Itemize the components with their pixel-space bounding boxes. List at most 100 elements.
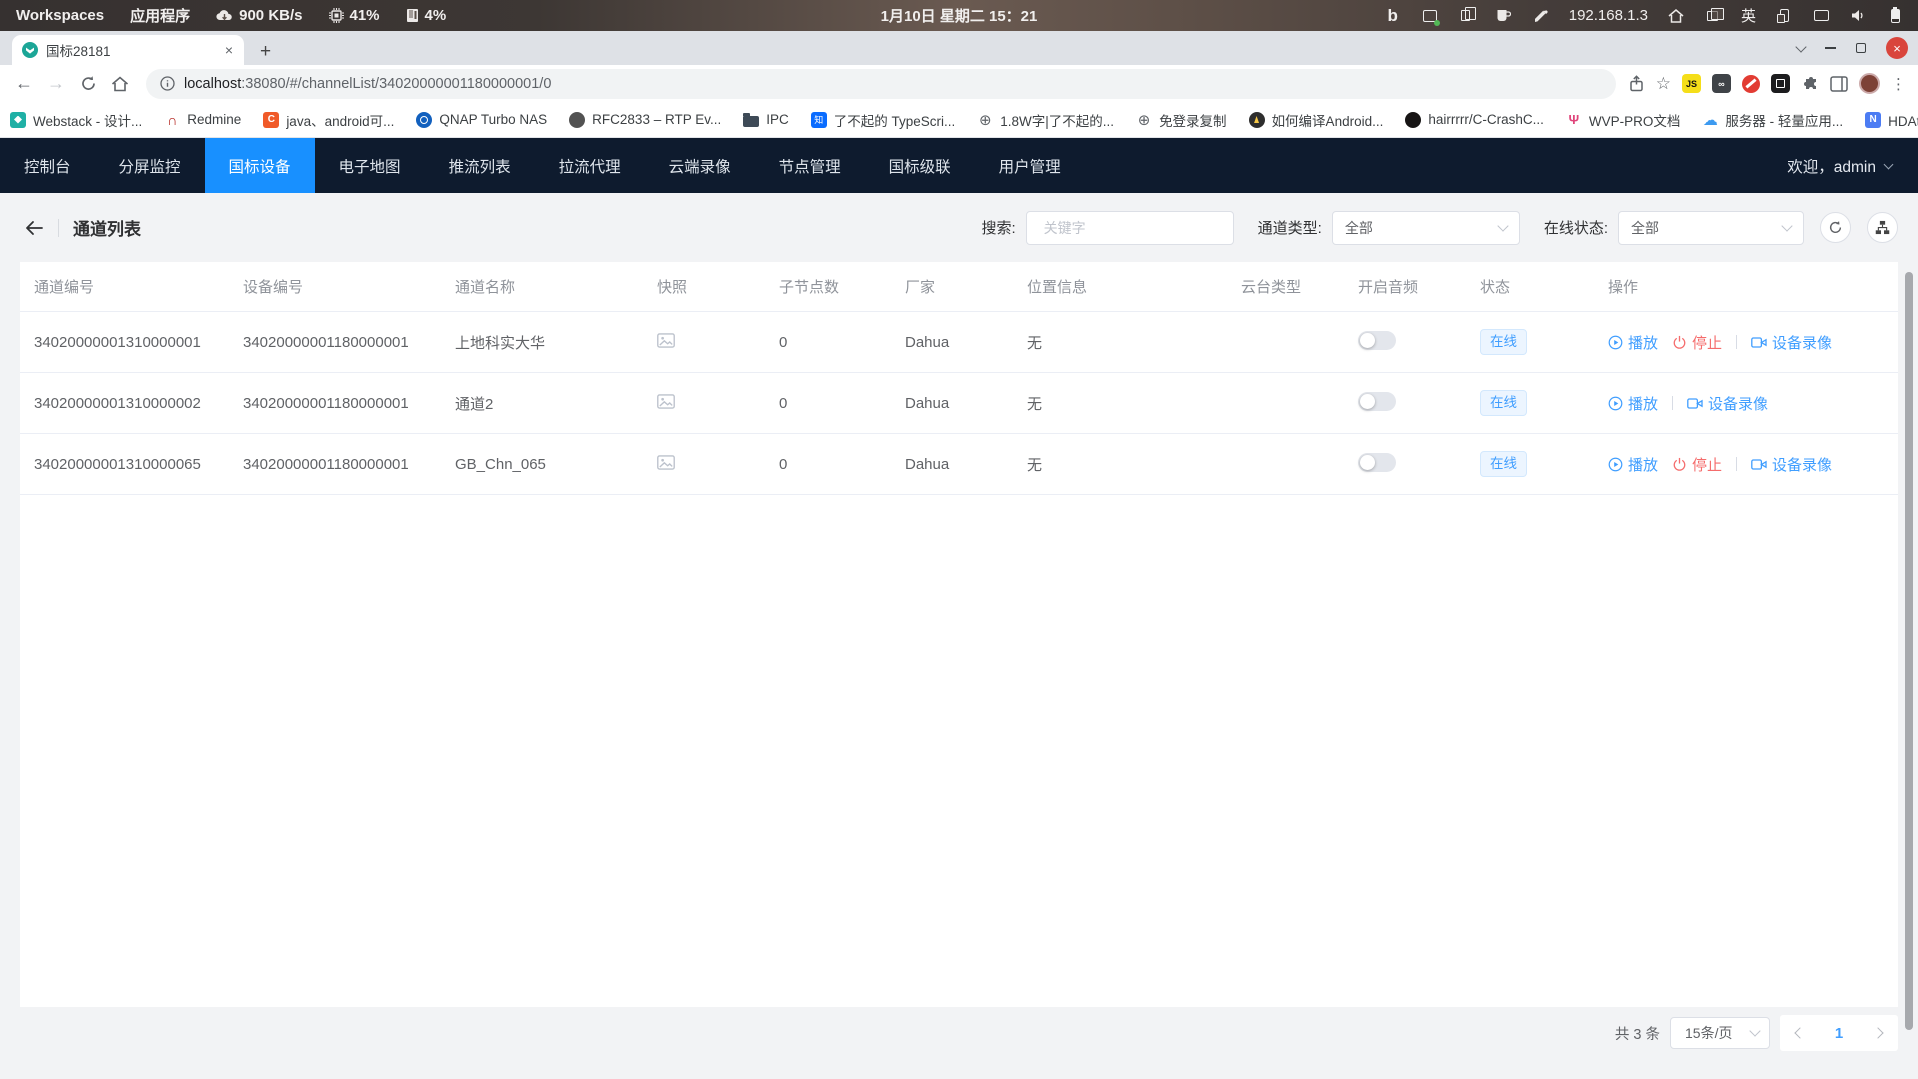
chevron-down-icon (1497, 220, 1508, 231)
table-row: 34020000001310000001 3402000000118000000… (20, 312, 1898, 373)
bookmark-java-android[interactable]: java、android可... (263, 110, 394, 130)
tree-view-button[interactable] (1867, 212, 1898, 243)
nav-item-split-monitor[interactable]: 分屏监控 (95, 138, 205, 193)
nav-item-gb-cascade[interactable]: 国标级联 (865, 138, 975, 193)
channel-id: 34020000001310000002 (20, 395, 229, 412)
bookmark-copy-free[interactable]: 免登录复制 (1136, 110, 1227, 130)
user-menu[interactable]: 欢迎，admin (1787, 138, 1918, 193)
bookmark-folder-ipc[interactable]: IPC (743, 112, 789, 127)
side-panel-icon[interactable] (1830, 76, 1848, 92)
kde-connect-tray-icon[interactable] (1775, 7, 1793, 25)
nav-item-node-manage[interactable]: 节点管理 (755, 138, 865, 193)
audio-toggle[interactable] (1358, 392, 1396, 411)
stop-button[interactable]: 停止 (1672, 332, 1722, 353)
bookmark-18w[interactable]: 1.8W字|了不起的... (977, 110, 1114, 130)
nav-item-gb-devices[interactable]: 国标设备 (205, 138, 315, 193)
bookmark-github[interactable]: hairrrrr/C-CrashC... (1405, 112, 1544, 128)
online-state-select[interactable]: 全部 (1618, 211, 1804, 245)
nav-item-cloud-record[interactable]: 云端录像 (645, 138, 755, 193)
cpu-indicator[interactable]: 41% (329, 7, 380, 24)
play-button[interactable]: 播放 (1608, 454, 1658, 475)
bookmark-server[interactable]: 服务器 - 轻量应用... (1702, 110, 1843, 130)
back-button[interactable]: ← (10, 70, 38, 98)
network-speed-indicator[interactable]: 900 KB/s (216, 7, 302, 24)
color-picker-tray-icon[interactable] (1532, 7, 1550, 25)
screenshot-tray-icon[interactable] (1421, 7, 1439, 25)
bookmark-webstack[interactable]: Webstack - 设计... (10, 110, 142, 130)
bookmark-star-icon[interactable]: ☆ (1656, 74, 1671, 94)
channel-type-select[interactable]: 全部 (1332, 211, 1520, 245)
battery-tray-icon[interactable] (1886, 7, 1904, 25)
bookmark-redmine[interactable]: Redmine (164, 112, 241, 128)
page-content: 通道列表 搜索: 通道类型: 全部 在线状态: 全部 (0, 193, 1918, 1079)
ext-black-icon[interactable] (1771, 74, 1790, 93)
volume-tray-icon[interactable] (1849, 7, 1867, 25)
ext-adblock-icon[interactable] (1742, 75, 1760, 93)
nav-item-console[interactable]: 控制台 (0, 138, 95, 193)
bookmark-qnap[interactable]: QNAP Turbo NAS (416, 112, 547, 128)
page-size-select[interactable]: 15条/页 (1670, 1017, 1770, 1049)
play-button[interactable]: 播放 (1608, 332, 1658, 353)
next-page-button[interactable] (1872, 1027, 1883, 1038)
back-arrow-button[interactable] (20, 214, 48, 242)
action-divider (1672, 396, 1673, 410)
device-record-button[interactable]: 设备录像 (1751, 454, 1832, 475)
bookmark-rfc2833[interactable]: RFC2833 – RTP Ev... (569, 112, 721, 128)
new-tab-button[interactable]: + (260, 42, 271, 61)
applications-button[interactable]: 应用程序 (130, 5, 190, 26)
bookmark-hdatmos[interactable]: HDAtmos :: 种子 *... (1865, 110, 1918, 130)
url-bar[interactable]: localhost:38080/#/channelList/3402000000… (146, 69, 1616, 99)
current-page[interactable]: 1 (1835, 1025, 1843, 1042)
memory-icon (406, 8, 419, 23)
bookmark-wvp-pro[interactable]: WVP-PRO文档 (1566, 110, 1681, 130)
home-tray-icon[interactable] (1667, 7, 1685, 25)
audio-toggle[interactable] (1358, 331, 1396, 350)
bookmark-typescript[interactable]: 了不起的 TypeScri... (811, 110, 956, 130)
nav-item-push-list[interactable]: 推流列表 (425, 138, 535, 193)
window-maximize-button[interactable] (1856, 43, 1866, 53)
device-record-button[interactable]: 设备录像 (1687, 393, 1768, 414)
caffeine-tray-icon[interactable] (1495, 7, 1513, 25)
window-minimize-button[interactable] (1825, 47, 1836, 49)
browser-menu-icon[interactable]: ⋮ (1891, 75, 1906, 93)
nav-item-pull-proxy[interactable]: 拉流代理 (535, 138, 645, 193)
window-switcher-tray-icon[interactable] (1704, 7, 1722, 25)
bing-tray-icon[interactable]: b (1384, 7, 1402, 25)
profile-avatar[interactable] (1859, 73, 1880, 94)
stop-button[interactable]: 停止 (1672, 454, 1722, 475)
prev-page-button[interactable] (1794, 1027, 1805, 1038)
share-icon[interactable] (1628, 75, 1645, 92)
tab-search-chevron-icon[interactable] (1795, 41, 1806, 52)
home-button[interactable] (106, 70, 134, 98)
window-close-button[interactable]: × (1886, 37, 1908, 59)
workspaces-button[interactable]: Workspaces (16, 7, 104, 24)
extensions-puzzle-icon[interactable] (1801, 75, 1819, 93)
site-info-icon[interactable] (160, 76, 175, 91)
device-record-button[interactable]: 设备录像 (1751, 332, 1832, 353)
snapshot-thumbnail[interactable] (657, 396, 675, 413)
nav-item-user-manage[interactable]: 用户管理 (975, 138, 1085, 193)
ip-address[interactable]: 192.168.1.3 (1569, 7, 1648, 24)
snapshot-thumbnail[interactable] (657, 457, 675, 474)
forward-button[interactable]: → (42, 70, 70, 98)
display-tray-icon[interactable] (1812, 7, 1830, 25)
search-input[interactable] (1044, 220, 1225, 236)
clock[interactable]: 1月10日 星期二 15：21 (881, 5, 1038, 26)
c-icon (263, 112, 279, 128)
clipboard-tray-icon[interactable] (1458, 7, 1476, 25)
ime-indicator[interactable]: 英 (1741, 5, 1756, 26)
audio-toggle[interactable] (1358, 453, 1396, 472)
refresh-button[interactable] (1820, 212, 1851, 243)
ext-dark-icon[interactable]: ∞ (1712, 74, 1731, 93)
reload-button[interactable] (74, 70, 102, 98)
play-button[interactable]: 播放 (1608, 393, 1658, 414)
nav-item-map[interactable]: 电子地图 (315, 138, 425, 193)
ext-js-icon[interactable]: JS (1682, 74, 1701, 93)
snapshot-thumbnail[interactable] (657, 335, 675, 352)
tab-close-icon[interactable]: × (222, 42, 236, 58)
browser-tab[interactable]: 国标28181 × (12, 35, 244, 65)
memory-indicator[interactable]: 4% (406, 7, 447, 24)
bookmark-android-compile[interactable]: 如何编译Android... (1249, 110, 1384, 130)
page-scrollbar[interactable] (1905, 272, 1913, 1030)
display-icon (1814, 10, 1829, 21)
